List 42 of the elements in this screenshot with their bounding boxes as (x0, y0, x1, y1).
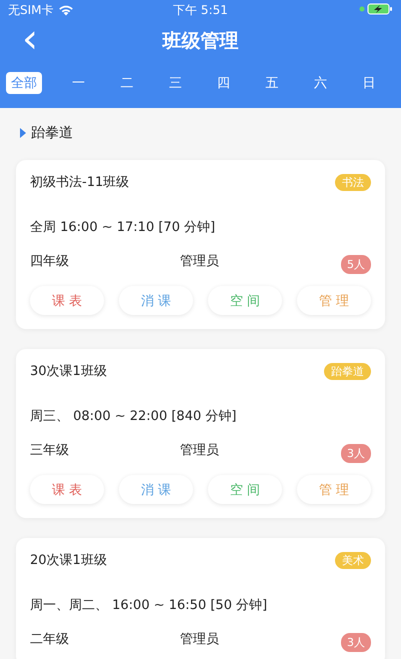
action-button[interactable]: 课 表 (30, 286, 104, 315)
schedule-text: 周一、周二、 16:00 ~ 16:50 [50 分钟] (30, 597, 268, 614)
category-tag: 美术 (335, 552, 371, 568)
student-count-badge: 5人 (341, 255, 371, 274)
category-tag: 跆拳道 (324, 362, 371, 380)
battery-icon (359, 2, 393, 14)
day-tab[interactable]: 五 (260, 72, 284, 94)
wifi-icon (58, 4, 74, 16)
manager-text: 管理员 (180, 442, 220, 458)
triangle-icon (20, 128, 26, 138)
schedule-text: 周三、 08:00 ~ 22:00 [840 分钟] (30, 408, 238, 425)
action-button[interactable]: 空 间 (208, 475, 282, 504)
action-button[interactable]: 消 课 (119, 286, 193, 315)
back-button[interactable]: ‹ (18, 20, 42, 58)
class-name: 20次课1班级 (30, 552, 107, 569)
manager-text: 管理员 (180, 630, 220, 648)
action-button[interactable]: 管 理 (297, 286, 371, 315)
grade-text: 二年级 (30, 630, 70, 648)
class-name: 30次课1班级 (30, 363, 107, 380)
day-tab[interactable]: 全部 (6, 72, 42, 94)
schedule-text: 全周 16:00 ~ 17:10 [70 分钟] (30, 219, 216, 236)
category-tag: 书法 (335, 174, 371, 190)
action-button[interactable]: 空 间 (208, 286, 282, 315)
carrier-text: 无SIM卡 (8, 2, 54, 18)
manager-text: 管理员 (180, 252, 220, 270)
grade-text: 三年级 (30, 442, 70, 458)
student-count-badge: 3人 (341, 633, 371, 652)
action-button[interactable]: 管 理 (297, 475, 371, 504)
page-title: 班级管理 (162, 29, 238, 54)
action-button[interactable]: 消 课 (119, 475, 193, 504)
day-tab[interactable]: 三 (163, 72, 188, 94)
day-tab[interactable]: 四 (212, 72, 236, 94)
day-tab[interactable]: 日 (356, 72, 381, 94)
action-button[interactable]: 课 表 (30, 475, 104, 504)
day-tab[interactable]: 一 (66, 72, 90, 94)
grade-text: 四年级 (30, 252, 70, 270)
day-tab[interactable]: 六 (308, 72, 333, 94)
student-count-badge: 3人 (341, 444, 371, 463)
day-tab[interactable]: 二 (114, 72, 139, 94)
status-time: 下午 5:51 (173, 2, 228, 18)
section-title: 跆拳道 (31, 124, 73, 142)
class-name: 初级书法-11班级 (30, 174, 130, 191)
